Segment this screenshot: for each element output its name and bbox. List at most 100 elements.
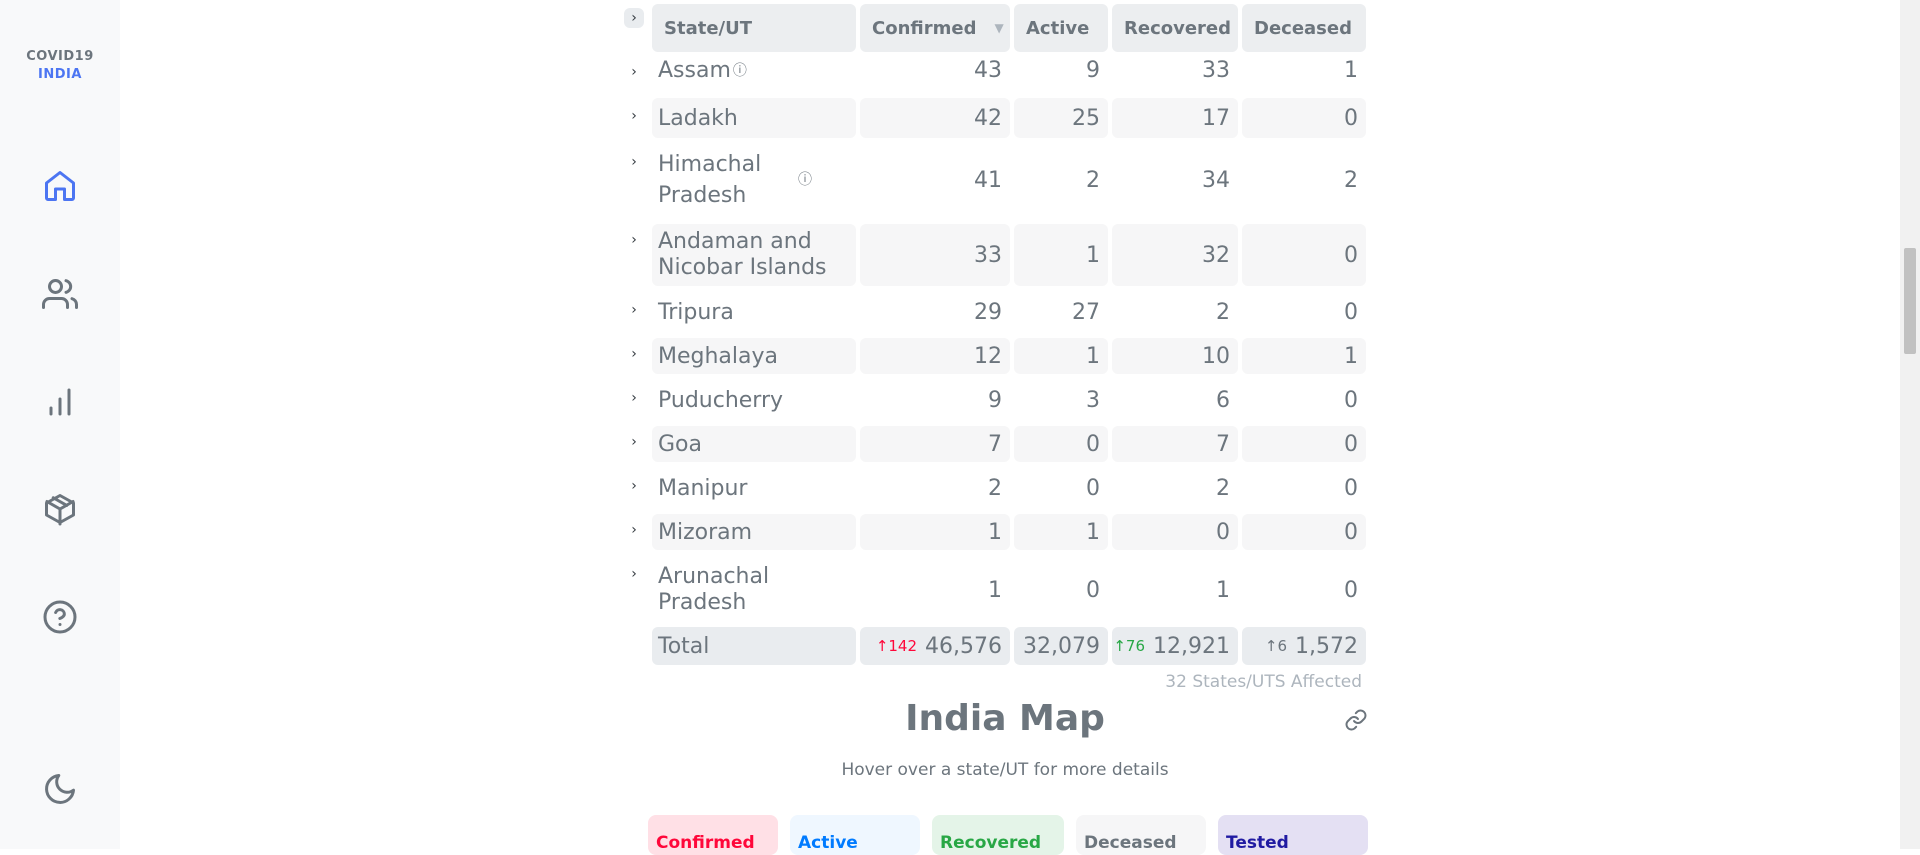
cell-confirmed: 1 — [988, 577, 1002, 603]
table-row[interactable]: › Mizoram 1 1 0 0 — [620, 514, 1370, 550]
info-icon[interactable]: ⓘ — [733, 60, 747, 80]
cell-confirmed: 42 — [860, 98, 1010, 138]
sidebar: COVID19 INDIA — [0, 0, 120, 849]
cell-deceased: 0 — [1344, 475, 1358, 501]
state-name: Ladakh — [652, 98, 856, 138]
cell-confirmed: 2 — [988, 475, 1002, 501]
cell-deceased: 1 — [1242, 338, 1366, 374]
header-deceased[interactable]: Deceased — [1242, 4, 1366, 52]
info-icon[interactable]: ⓘ — [798, 165, 812, 196]
package-icon[interactable] — [38, 487, 82, 531]
cell-recovered: 6 — [1216, 387, 1230, 413]
state-name: Andaman and Nicobar Islands — [652, 224, 856, 286]
cell-confirmed: 9 — [988, 387, 1002, 413]
map-subtitle: Hover over a state/UT for more details — [841, 760, 1169, 780]
table-row[interactable]: › Himachal Pradesh ⓘ 41 2 34 2 — [620, 146, 1370, 214]
chevron-right-icon[interactable]: › — [624, 564, 644, 584]
bar-chart-icon[interactable] — [38, 380, 82, 424]
chevron-right-icon[interactable]: › — [624, 152, 644, 172]
state-name: Goa — [652, 426, 856, 462]
tab-recovered[interactable]: Recovered — [932, 815, 1064, 855]
tab-confirmed[interactable]: Confirmed — [648, 815, 778, 855]
help-circle-icon[interactable] — [38, 595, 82, 639]
tab-deceased[interactable]: Deceased — [1076, 815, 1206, 855]
cell-deceased: 2 — [1344, 167, 1358, 193]
table-row[interactable]: › Assam ⓘ 43 9 33 1 — [620, 54, 1370, 86]
state-name: Himachal Pradesh — [658, 152, 762, 208]
chevron-right-icon[interactable]: › — [624, 62, 644, 82]
total-label: Total — [652, 627, 856, 665]
cell-recovered: 7 — [1112, 426, 1238, 462]
state-name: Arunachal Pradesh — [658, 564, 770, 615]
total-deceased: ↑6 1,572 — [1242, 627, 1366, 665]
users-icon[interactable] — [38, 272, 82, 316]
deceased-delta: ↑6 — [1264, 637, 1288, 655]
cell-deceased: 0 — [1242, 98, 1366, 138]
recovered-delta: ↑76 — [1113, 637, 1146, 655]
cell-deceased: 0 — [1242, 426, 1366, 462]
total-row: Total ↑142 46,576 32,079 ↑76 12,921 ↑6 1,57… — [620, 627, 1370, 665]
state-name: Puducherry — [658, 387, 784, 413]
header-confirmed[interactable]: Confirmed ▼ — [860, 4, 1010, 52]
home-icon[interactable] — [38, 164, 82, 208]
table-row[interactable]: › Puducherry 9 3 6 0 — [620, 382, 1370, 418]
total-confirmed: ↑142 46,576 — [860, 627, 1010, 665]
cell-confirmed: 1 — [860, 514, 1010, 550]
cell-recovered: 33 — [1202, 57, 1230, 83]
tab-tested[interactable]: Tested — [1218, 815, 1368, 855]
expand-all-icon[interactable]: › — [624, 8, 644, 28]
chevron-right-icon[interactable]: › — [624, 230, 644, 250]
chevron-right-icon[interactable]: › — [624, 300, 644, 320]
cell-active: 9 — [1086, 57, 1100, 83]
cell-active: 1 — [1014, 338, 1108, 374]
scrollbar-thumb[interactable] — [1904, 248, 1916, 354]
table-header: › State/UT Confirmed ▼ Active Recovered D… — [620, 4, 1370, 52]
tab-active[interactable]: Active — [790, 815, 920, 855]
state-name: Assam — [658, 57, 731, 83]
chevron-right-icon[interactable]: › — [624, 520, 644, 540]
cell-active: 1 — [1014, 514, 1108, 550]
cell-recovered: 17 — [1112, 98, 1238, 138]
state-name: Meghalaya — [652, 338, 856, 374]
cell-active: 27 — [1072, 299, 1100, 325]
cell-recovered: 10 — [1112, 338, 1238, 374]
state-name: Mizoram — [652, 514, 856, 550]
chevron-right-icon[interactable]: › — [624, 388, 644, 408]
cell-deceased: 0 — [1344, 299, 1358, 325]
header-recovered[interactable]: Recovered — [1112, 4, 1238, 52]
table-row[interactable]: › Ladakh 42 25 17 0 — [620, 98, 1370, 138]
cell-recovered: 2 — [1216, 299, 1230, 325]
table-row[interactable]: › Manipur 2 0 2 0 — [620, 470, 1370, 506]
table-row[interactable]: › Meghalaya 12 1 10 1 — [620, 338, 1370, 374]
table-row[interactable]: › Goa 7 0 7 0 — [620, 426, 1370, 462]
chevron-right-icon[interactable]: › — [624, 344, 644, 364]
cell-confirmed: 41 — [974, 167, 1002, 193]
header-state[interactable]: State/UT — [652, 4, 856, 52]
cell-confirmed: 12 — [860, 338, 1010, 374]
table-row[interactable]: › Arunachal Pradesh 1 0 1 0 — [620, 560, 1370, 620]
cell-recovered: 2 — [1216, 475, 1230, 501]
cell-recovered: 34 — [1202, 167, 1230, 193]
cell-deceased: 0 — [1344, 577, 1358, 603]
chevron-right-icon[interactable]: › — [624, 106, 644, 126]
header-active[interactable]: Active — [1014, 4, 1108, 52]
cell-active: 0 — [1086, 577, 1100, 603]
cell-recovered: 32 — [1112, 224, 1238, 286]
table-row[interactable]: › Tripura 29 27 2 0 — [620, 294, 1370, 330]
sort-desc-icon: ▼ — [994, 21, 1004, 35]
table-row[interactable]: › Andaman and Nicobar Islands 33 1 32 0 — [620, 224, 1370, 286]
cell-active: 25 — [1014, 98, 1108, 138]
brand-line2: INDIA — [38, 67, 82, 82]
brand-logo[interactable]: COVID19 INDIA — [0, 48, 120, 84]
cell-confirmed: 33 — [860, 224, 1010, 286]
cell-active: 3 — [1086, 387, 1100, 413]
share-link-icon[interactable] — [1344, 708, 1368, 732]
moon-icon[interactable] — [38, 767, 82, 811]
page-scrollbar[interactable] — [1900, 0, 1920, 849]
cell-active: 2 — [1086, 167, 1100, 193]
cell-deceased: 0 — [1344, 387, 1358, 413]
cell-confirmed: 43 — [974, 57, 1002, 83]
chevron-right-icon[interactable]: › — [624, 432, 644, 452]
chevron-right-icon[interactable]: › — [624, 476, 644, 496]
brand-line1: COVID19 — [26, 49, 94, 64]
